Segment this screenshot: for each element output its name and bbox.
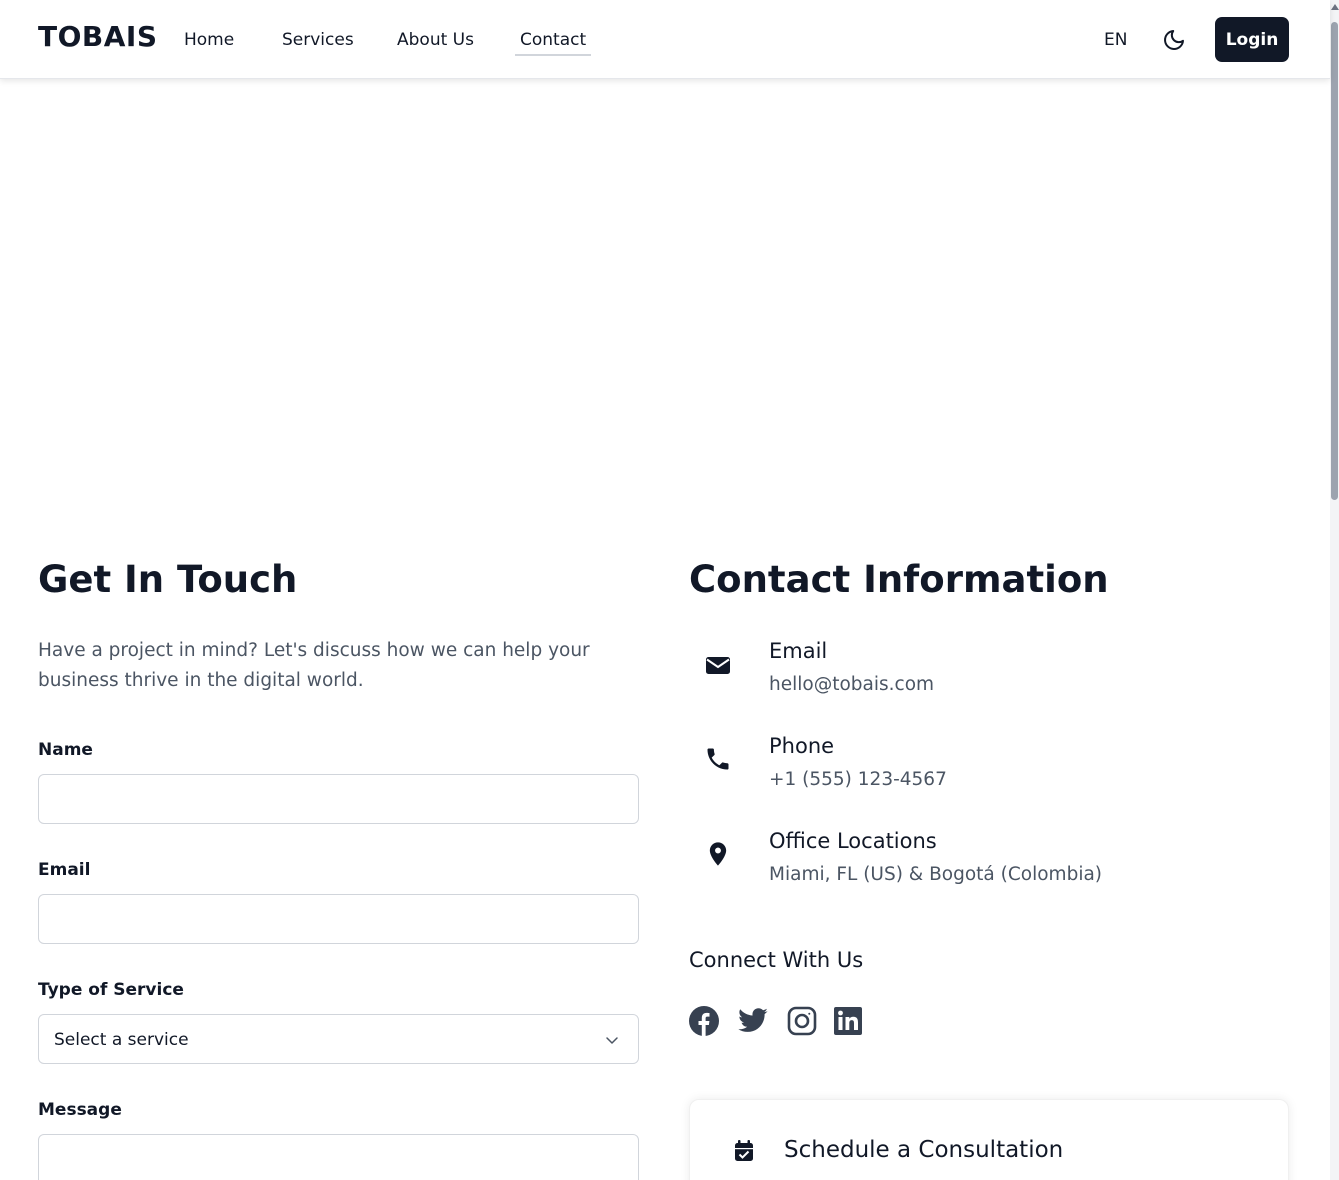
connect-with-us-heading: Connect With Us xyxy=(689,948,864,972)
email-input[interactable] xyxy=(38,894,639,944)
login-button[interactable]: Login xyxy=(1215,17,1289,62)
office-info-value: Miami, FL (US) & Bogotá (Colombia) xyxy=(769,864,1103,885)
top-navbar: TOBAIS Home Services About Us Contact EN… xyxy=(0,0,1330,79)
language-switcher[interactable]: EN xyxy=(1104,30,1127,50)
service-type-label: Type of Service xyxy=(38,980,184,1000)
nav-contact[interactable]: Contact xyxy=(515,30,592,56)
message-label: Message xyxy=(38,1100,122,1120)
moon-icon[interactable] xyxy=(1162,28,1186,52)
calendar-check-icon xyxy=(735,1140,753,1161)
nav-home[interactable]: Home xyxy=(184,30,234,50)
instagram-icon[interactable] xyxy=(786,1005,818,1037)
email-info-title: Email xyxy=(769,639,828,663)
linkedin-icon[interactable] xyxy=(832,1005,864,1037)
chevron-down-icon xyxy=(606,1037,618,1044)
email-label: Email xyxy=(38,860,91,880)
schedule-consultation-title: Schedule a Consultation xyxy=(784,1137,1064,1163)
service-select-value: Select a service xyxy=(54,1030,189,1050)
name-label: Name xyxy=(38,740,93,760)
map-pin-icon xyxy=(709,842,727,866)
phone-info-value[interactable]: +1 (555) 123-4567 xyxy=(769,769,947,790)
brand-logo[interactable]: TOBAIS xyxy=(38,20,158,53)
phone-info-title: Phone xyxy=(769,734,835,758)
name-input[interactable] xyxy=(38,774,639,824)
contact-intro-text: Have a project in mind? Let's discuss ho… xyxy=(38,640,590,691)
nav-about-us[interactable]: About Us xyxy=(397,30,474,50)
phone-icon xyxy=(707,748,729,770)
get-in-touch-heading: Get In Touch xyxy=(38,558,298,601)
nav-services[interactable]: Services xyxy=(282,30,354,50)
scrollbar-thumb[interactable] xyxy=(1331,22,1338,500)
scroll-up-arrow-icon[interactable] xyxy=(1331,4,1339,10)
service-type-select[interactable]: Select a service xyxy=(38,1014,639,1064)
contact-information-heading: Contact Information xyxy=(689,558,1109,601)
facebook-icon[interactable] xyxy=(688,1005,720,1037)
office-info-title: Office Locations xyxy=(769,829,937,853)
message-textarea[interactable] xyxy=(38,1134,639,1180)
twitter-icon[interactable] xyxy=(737,1005,769,1037)
email-info-value[interactable]: hello@tobais.com xyxy=(769,674,934,695)
envelope-icon xyxy=(706,657,730,674)
